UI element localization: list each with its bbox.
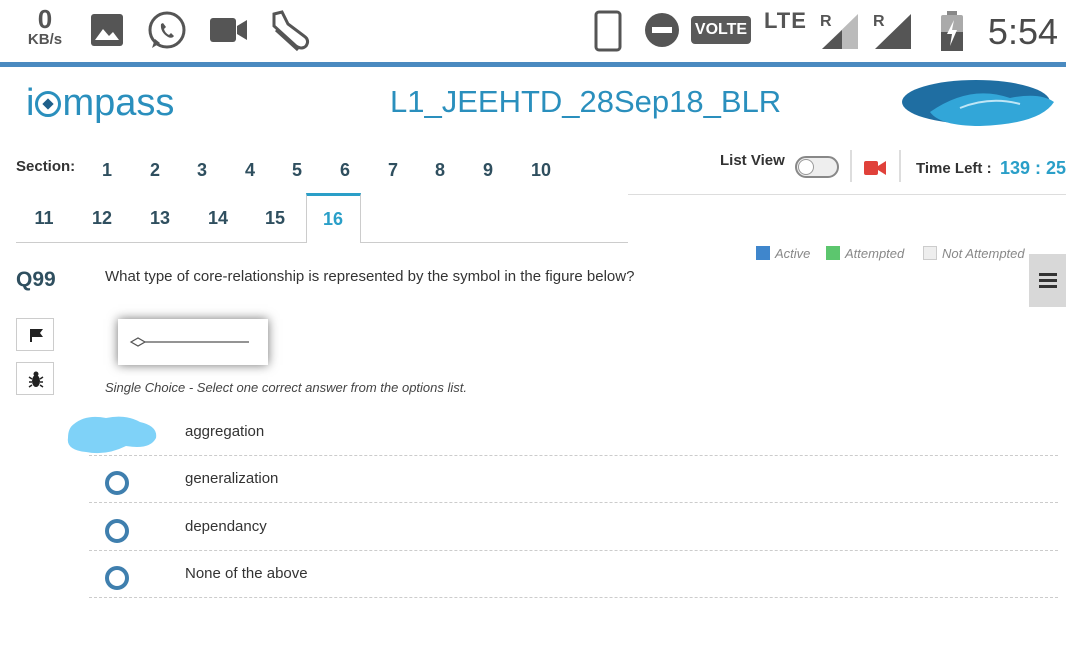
legend-active: Active: [756, 246, 810, 261]
divider: [361, 242, 628, 243]
hamburger-icon: [1039, 273, 1057, 288]
flag-icon: [30, 329, 43, 342]
divider: [628, 194, 1066, 195]
section-label: Section:: [16, 158, 76, 175]
image-icon: [90, 13, 124, 52]
divider: [899, 150, 901, 182]
option-4[interactable]: None of the above: [89, 551, 1058, 598]
bug-icon: [28, 371, 44, 388]
video-camera-icon: [209, 16, 249, 49]
option-label: dependancy: [185, 518, 267, 535]
option-label: aggregation: [185, 423, 265, 440]
battery-icon: [940, 10, 964, 57]
radio-button[interactable]: [105, 566, 129, 590]
section-tab-5[interactable]: 5: [277, 160, 317, 181]
legend-attempted: Attempted: [826, 246, 904, 261]
brand-logo: [900, 78, 1056, 135]
section-tab-4[interactable]: 4: [230, 160, 270, 181]
phone-icon: [594, 10, 622, 57]
option-label: generalization: [185, 470, 279, 487]
network-speed: 0 KB/s: [22, 6, 68, 48]
volte-badge: VOLTE: [691, 16, 751, 44]
legend-not-attempted: Not Attempted: [923, 246, 1025, 261]
time-left-value: 139 : 25: [1000, 158, 1066, 178]
option-label: None of the above: [185, 565, 308, 582]
section-tab-10[interactable]: 10: [521, 160, 561, 181]
video-camera-icon[interactable]: [864, 160, 886, 181]
legend-swatch: [923, 246, 937, 260]
section-tab-1[interactable]: 1: [87, 160, 127, 181]
section-tab-7[interactable]: 7: [373, 160, 413, 181]
list-view-toggle[interactable]: [795, 156, 839, 178]
status-bar: 0 KB/s VOLTE LTE R R 5:54: [0, 0, 1066, 62]
speed-value: 0: [37, 4, 53, 34]
legend-swatch: [756, 246, 770, 260]
legend-label: Active: [775, 246, 811, 261]
radio-button[interactable]: [105, 519, 129, 543]
question-text: What type of core-relationship is repres…: [105, 268, 635, 285]
question-hint: Single Choice - Select one correct answe…: [105, 380, 468, 395]
roaming-label: R: [820, 13, 832, 30]
section-tab-6[interactable]: 6: [325, 160, 365, 181]
shoe-icon: [268, 10, 312, 57]
section-tab-3[interactable]: 3: [182, 160, 222, 181]
section-tab-8[interactable]: 8: [420, 160, 460, 181]
roaming-label: R: [873, 13, 885, 30]
divider: [850, 150, 852, 182]
section-tab-13[interactable]: 13: [140, 208, 180, 229]
question-figure: [118, 319, 268, 365]
report-bug-button[interactable]: [16, 362, 54, 395]
legend-label: Not Attempted: [942, 246, 1025, 261]
section-tab-2[interactable]: 2: [135, 160, 175, 181]
signal-icon: R: [873, 12, 913, 55]
aggregation-symbol-image: [129, 337, 249, 347]
legend-swatch: [826, 246, 840, 260]
logo-suffix: mpass: [62, 82, 175, 124]
speed-unit: KB/s: [27, 31, 63, 48]
option-3[interactable]: dependancy: [89, 504, 1058, 551]
divider: [16, 242, 306, 243]
section-tab-14[interactable]: 14: [198, 208, 238, 229]
lte-label: LTE: [764, 8, 807, 33]
section-tab-15[interactable]: 15: [255, 208, 295, 229]
whatsapp-icon: [146, 10, 188, 57]
clock: 5:54: [987, 11, 1058, 52]
do-not-disturb-icon: [644, 12, 680, 53]
compass-icon: [35, 91, 62, 117]
time-left-label: Time Left :: [916, 160, 992, 177]
option-2[interactable]: generalization: [89, 456, 1058, 503]
section-tab-11[interactable]: 11: [24, 208, 64, 229]
section-tab-9[interactable]: 9: [468, 160, 508, 181]
logo-prefix: i: [26, 82, 35, 124]
flag-button[interactable]: [16, 318, 54, 351]
radio-button[interactable]: [105, 471, 129, 495]
list-view-label: List View: [720, 152, 785, 169]
legend-label: Attempted: [845, 246, 905, 261]
option-1[interactable]: aggregation: [89, 409, 1058, 456]
section-tab-16[interactable]: 16: [313, 209, 353, 230]
toggle-knob: [798, 159, 814, 175]
question-number: Q99: [16, 268, 56, 291]
menu-button[interactable]: [1029, 254, 1066, 307]
section-tab-12[interactable]: 12: [82, 208, 122, 229]
page-title: L1_JEEHTD_28Sep18_BLR: [390, 84, 782, 119]
signal-icon: R: [820, 12, 860, 55]
icompass-logo: i mpass: [26, 80, 174, 126]
divider: [0, 62, 1066, 67]
